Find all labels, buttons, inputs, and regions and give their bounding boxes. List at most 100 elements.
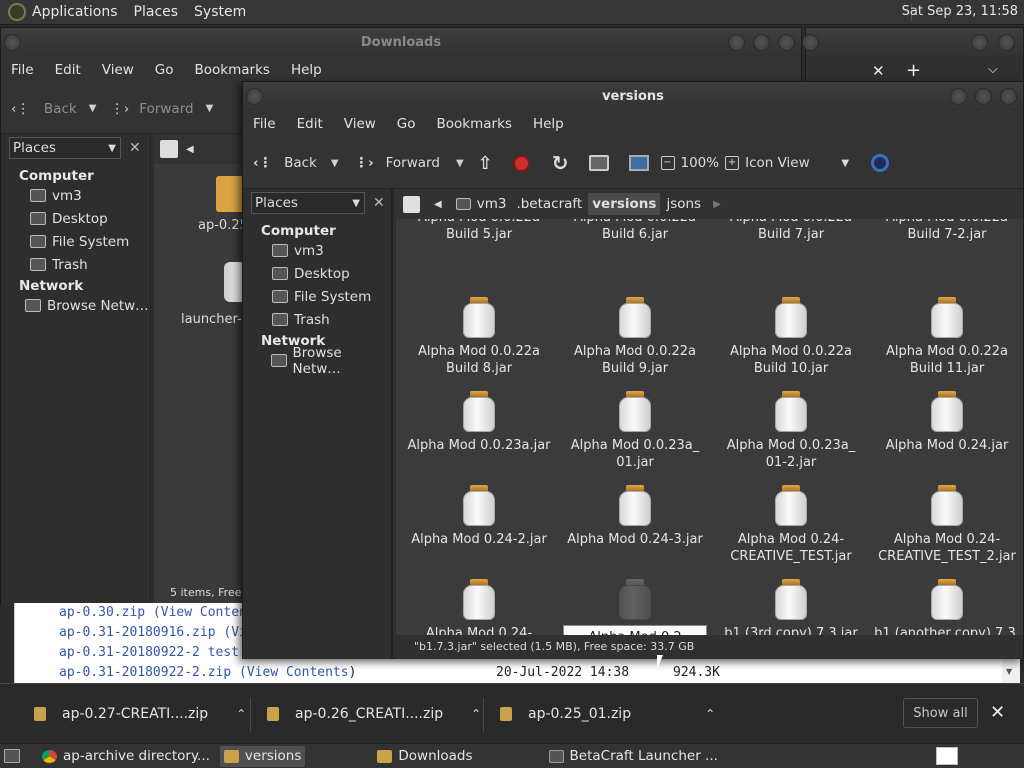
jar-file-icon[interactable] [462,391,496,433]
file-item[interactable]: Alpha Mod 0.0.22a Build 11.jar [869,297,1023,377]
file-item[interactable]: Alpha Mod 0.24-3.jar [557,485,713,548]
breadcrumb-jsons[interactable]: jsons [662,193,705,215]
close-sidebar-icon[interactable]: ✕ [129,140,141,156]
file-label[interactable]: Alpha Mod 0.0.22a Build 9.jar [557,343,713,377]
close-icon[interactable] [778,34,795,51]
file-item[interactable]: Alpha Mod 0.0.23a_ 01-2.jar [713,391,869,471]
maximize-icon[interactable] [975,88,992,105]
file-item[interactable]: Alpha Mod 0.0.22aBuild 5.jar [401,219,557,243]
jar-file-icon[interactable] [930,297,964,339]
stop-icon[interactable] [512,154,530,172]
menu-help[interactable]: Help [533,116,564,132]
view-contents-link[interactable]: View Conten [161,605,247,620]
file-icon-view[interactable]: Alpha Mod 0.0.22aBuild 5.jar Alpha Mod 0.… [396,219,1023,635]
file-label[interactable]: Alpha Mod 0.0.22aBuild 7-2.jar [869,219,1023,243]
folder-icon[interactable] [216,176,244,212]
close-icon[interactable] [1000,88,1017,105]
downloads-file-area[interactable]: ◀ ap-0.25 launcher-1 5 items, Free s [154,134,250,606]
file-label[interactable]: ap-0.25 [198,218,248,233]
menu-file[interactable]: File [253,116,276,132]
file-item[interactable]: Alpha Mod 0.24.jar [869,391,1023,454]
forward-button[interactable]: ⋮› Forward ▼ [110,101,213,117]
panel-clock[interactable]: Sat Sep 23, 11:58 [902,4,1018,19]
breadcrumb-betacraft[interactable]: .betacraft [512,193,586,215]
file-label[interactable]: Alpha Mod 0.24.jar [869,437,1023,454]
jar-file-icon[interactable] [774,391,808,433]
file-label[interactable]: Alpha Mod 0.24- CREATIVE_TEST_2.jar [869,531,1023,565]
window-menu-icon[interactable] [4,34,21,51]
file-label[interactable]: Alpha Mod 0.24-2.jar [401,531,557,548]
chevron-down-icon[interactable]: ▼ [89,103,97,114]
jar-file-icon[interactable] [618,579,652,621]
file-label[interactable]: Alpha Mod 0.24- CREATIVE_TEST.jar [713,531,869,565]
sidebar-item-desktop[interactable]: Desktop [243,262,391,285]
zoom-out-icon[interactable]: − [660,156,675,170]
panel-menu-places[interactable]: Places [134,4,179,20]
file-label[interactable]: Alpha Mod 0.24-3.jar [557,531,713,548]
task-versions[interactable]: versions [219,745,306,767]
edit-path-icon[interactable] [160,140,178,158]
places-combo[interactable]: Places ▼ [9,137,121,159]
file-item[interactable]: Alpha Mod 0.0.23a.jar [401,391,557,454]
jar-file-icon[interactable] [930,391,964,433]
search-icon[interactable] [871,154,890,172]
view-mode-select[interactable]: Icon View ▼ [745,155,849,171]
listing-file-link[interactable]: ap-0.31-20180922-2 test [59,645,239,660]
home-icon[interactable] [588,155,609,171]
minimize-icon[interactable] [950,88,967,105]
jar-file-icon[interactable] [618,391,652,433]
task-betacraft[interactable]: BetaCraft Launcher ... [545,746,722,767]
sidebar-item-trash[interactable]: Trash [243,308,391,331]
menu-view[interactable]: View [344,116,376,132]
list-item[interactable]: ap-0.31-20180916.zip (Vi [59,625,247,640]
show-all-button[interactable]: Show all [903,698,978,728]
versions-titlebar[interactable]: versions [243,82,1023,110]
download-item[interactable]: ap-0.27-CREATI....zip ⌃ [34,684,246,744]
listing-file-link[interactable]: ap-0.31-20180916.zip [59,625,216,640]
jar-file-icon[interactable] [618,485,652,527]
new-tab-icon[interactable]: + [906,60,921,81]
versions-window[interactable]: versions File Edit View Go Bookmarks Hel… [242,81,1024,659]
list-item[interactable]: ap-0.30.zip (View Conten [59,605,247,620]
chevron-up-icon[interactable]: ⌃ [471,707,481,721]
close-tab-icon[interactable]: ✕ [872,62,885,80]
show-desktop-icon[interactable] [4,749,20,763]
jar-file-icon[interactable] [774,485,808,527]
sidebar-item-vm3[interactable]: vm3 [1,184,150,207]
menu-view[interactable]: View [102,62,134,78]
download-item[interactable]: ap-0.25_01.zip ⌃ [500,684,715,744]
list-item[interactable]: ap-0.31-20180922-2.zip (View Contents) [59,665,356,680]
menu-bookmarks[interactable]: Bookmarks [195,62,270,78]
file-label[interactable]: Alpha Mod 0.0.23a.jar [401,437,557,454]
file-item[interactable]: Alpha Mod 0.0.22a Build 8.jar [401,297,557,377]
file-rename-input[interactable]: Alpha Mod 0.2CREATIVE_TEST.jar [563,625,707,635]
jar-file-icon[interactable] [462,579,496,621]
file-item[interactable]: Alpha Mod 0.24- CREATIVE_TEST.jar [713,485,869,565]
menu-bookmarks[interactable]: Bookmarks [437,116,512,132]
file-item[interactable]: Alpha Mod 0.24-CREATIVE_TEST_3.jar [401,579,557,635]
sidebar-item-desktop[interactable]: Desktop [1,207,150,230]
forward-button[interactable]: ⋮› Forward [355,155,440,171]
zoom-in-icon[interactable]: + [725,156,740,170]
menu-go[interactable]: Go [397,116,416,132]
menu-help[interactable]: Help [291,62,322,78]
file-label[interactable]: launcher-1 [181,312,250,327]
computer-icon[interactable] [628,155,649,171]
menu-edit[interactable]: Edit [297,116,323,132]
chevron-up-icon[interactable]: ⌃ [236,707,246,721]
back-history-chevron-icon[interactable]: ▼ [331,158,339,169]
listing-file-link[interactable]: ap-0.31-20180922-2.zip [59,665,231,680]
jar-file-icon[interactable] [462,485,496,527]
sidebar-item-vm3[interactable]: vm3 [243,239,391,262]
jar-file-icon[interactable] [930,579,964,621]
file-label[interactable]: Alpha Mod 0.0.22a Build 10.jar [713,343,869,377]
path-right-arrow-icon[interactable]: ▶ [713,199,721,210]
jar-file-icon[interactable] [930,485,964,527]
sidebar-item-file-system[interactable]: File System [1,230,150,253]
file-item[interactable]: Alpha Mod 0.0.22a Build 10.jar [713,297,869,377]
download-item[interactable]: ap-0.26_CREATI....zip ⌃ [267,684,481,744]
file-item[interactable]: Alpha Mod 0.0.22aBuild 7-2.jar [869,219,1023,243]
close-sidebar-icon[interactable]: ✕ [373,195,385,211]
sidebar-item-file-system[interactable]: File System [243,285,391,308]
file-label[interactable]: Alpha Mod 0.24-CREATIVE_TEST_3.jar [401,625,557,635]
